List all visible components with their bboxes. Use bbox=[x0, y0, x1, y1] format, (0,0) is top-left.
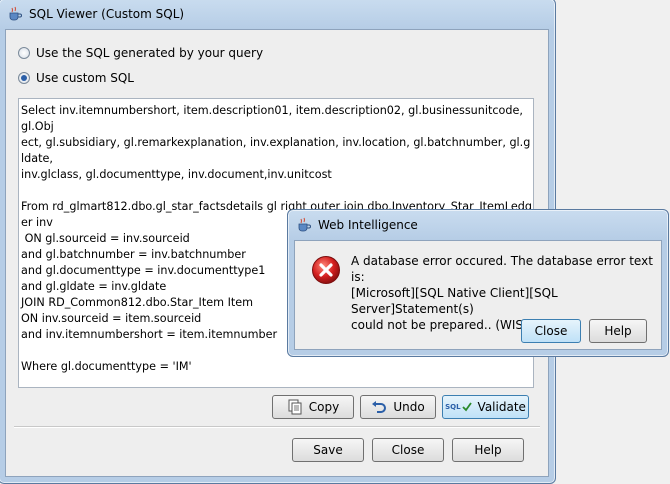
copy-icon bbox=[287, 399, 303, 415]
error-help-label: Help bbox=[604, 324, 632, 338]
button-separator bbox=[14, 426, 540, 428]
radio-generated-sql-label: Use the SQL generated by your query bbox=[36, 46, 264, 60]
sql-viewer-title-bar[interactable]: SQL Viewer (Custom SQL) bbox=[0, 0, 555, 29]
sql-line: Where gl.documenttype = 'IM' bbox=[21, 360, 192, 373]
error-icon bbox=[312, 256, 340, 284]
help-button[interactable]: Help bbox=[452, 438, 524, 462]
java-cup-icon bbox=[298, 217, 311, 232]
validate-button[interactable]: SQL Validate bbox=[442, 395, 529, 419]
sql-line: inv.glclass, gl.documenttype, inv.docume… bbox=[21, 168, 332, 181]
sql-line: ect, gl.subsidiary, gl.remarkexplanation… bbox=[21, 136, 531, 165]
option-custom-sql[interactable]: Use custom SQL bbox=[18, 71, 134, 85]
copy-label: Copy bbox=[308, 400, 340, 414]
sql-line bbox=[21, 183, 533, 199]
error-dialog-content: A database error occured. The database e… bbox=[294, 240, 662, 350]
radio-selected-dot bbox=[21, 75, 27, 81]
save-label: Save bbox=[313, 443, 343, 457]
error-message-line: [Microsoft][SQL Native Client][SQL Serve… bbox=[351, 286, 558, 316]
undo-button[interactable]: Undo bbox=[360, 395, 436, 419]
radio-generated-sql[interactable] bbox=[18, 47, 30, 59]
error-close-button[interactable]: Close bbox=[521, 319, 581, 343]
save-button[interactable]: Save bbox=[292, 438, 364, 462]
option-generated-sql[interactable]: Use the SQL generated by your query bbox=[18, 46, 263, 60]
close-label: Close bbox=[391, 443, 425, 457]
close-button[interactable]: Close bbox=[372, 438, 444, 462]
radio-custom-sql[interactable] bbox=[18, 72, 30, 84]
error-message-line: A database error occured. The database e… bbox=[351, 254, 653, 284]
radio-custom-sql-label: Use custom SQL bbox=[36, 71, 134, 85]
copy-button[interactable]: Copy bbox=[272, 395, 354, 419]
help-label: Help bbox=[474, 443, 502, 457]
undo-icon bbox=[371, 399, 387, 415]
sql-line: Select inv.itemnumbershort, item.descrip… bbox=[21, 104, 527, 133]
error-dialog: Web Intelligence A database error occure… bbox=[287, 209, 669, 357]
sql-viewer-title: SQL Viewer (Custom SQL) bbox=[29, 7, 185, 21]
sql-validate-icon: SQL bbox=[445, 402, 472, 412]
error-close-label: Close bbox=[534, 324, 568, 338]
java-cup-icon bbox=[9, 6, 22, 21]
error-dialog-title: Web Intelligence bbox=[318, 218, 418, 232]
undo-label: Undo bbox=[393, 400, 425, 414]
validate-label: Validate bbox=[477, 400, 526, 414]
sql-icon-text: SQL bbox=[445, 403, 461, 411]
error-help-button[interactable]: Help bbox=[589, 319, 647, 343]
error-dialog-title-bar[interactable]: Web Intelligence bbox=[288, 210, 668, 240]
